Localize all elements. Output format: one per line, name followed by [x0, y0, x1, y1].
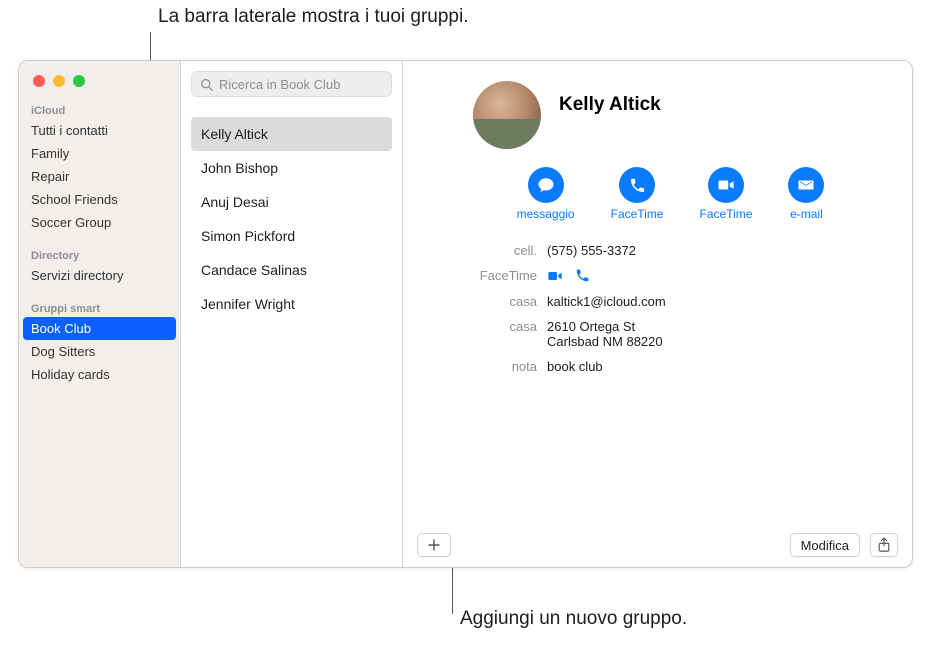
- message-icon: [537, 176, 555, 194]
- field-value-home-address: 2610 Ortega St Carlsbad NM 88220: [547, 319, 894, 349]
- action-message[interactable]: messaggio: [517, 167, 575, 221]
- field-value-home-email: kaltick1@icloud.com: [547, 294, 894, 309]
- sidebar-item-book-club[interactable]: Book Club: [23, 317, 176, 340]
- list-item[interactable]: Simon Pickford: [191, 219, 392, 253]
- callout-sidebar: La barra laterale mostra i tuoi gruppi.: [158, 6, 469, 28]
- video-icon: [717, 176, 735, 194]
- share-icon: [877, 537, 891, 553]
- window-controls: [33, 75, 85, 87]
- action-label: FaceTime: [611, 207, 664, 221]
- search-icon: [200, 78, 213, 91]
- action-label: messaggio: [517, 207, 575, 221]
- add-button[interactable]: [417, 533, 451, 557]
- contact-list: Kelly Altick John Bishop Anuj Desai Simo…: [191, 117, 392, 321]
- sidebar-item-dog-sitters[interactable]: Dog Sitters: [19, 340, 180, 363]
- field-value-note: book club: [547, 359, 894, 374]
- sidebar-item-directory-services[interactable]: Servizi directory: [19, 264, 180, 287]
- close-window[interactable]: [33, 75, 45, 87]
- list-item[interactable]: John Bishop: [191, 151, 392, 185]
- sidebar-item-repair[interactable]: Repair: [19, 165, 180, 188]
- sidebar: iCloud Tutti i contatti Family Repair Sc…: [19, 61, 181, 567]
- address-line2: Carlsbad NM 88220: [547, 334, 894, 349]
- field-label-note: nota: [417, 359, 537, 374]
- contact-name: Kelly Altick: [559, 94, 661, 116]
- zoom-window[interactable]: [73, 75, 85, 87]
- list-item[interactable]: Kelly Altick: [191, 117, 392, 151]
- list-item[interactable]: Jennifer Wright: [191, 287, 392, 321]
- sidebar-item-school-friends[interactable]: School Friends: [19, 188, 180, 211]
- list-item[interactable]: Anuj Desai: [191, 185, 392, 219]
- sidebar-section-smart-groups: Gruppi smart: [19, 297, 180, 317]
- action-label: e-mail: [790, 207, 823, 221]
- callout-add-group: Aggiungi un nuovo gruppo.: [460, 608, 687, 630]
- minimize-window[interactable]: [53, 75, 65, 87]
- action-facetime-video[interactable]: FaceTime: [700, 167, 753, 221]
- field-label-cell: cell.: [417, 243, 537, 258]
- contacts-window: iCloud Tutti i contatti Family Repair Sc…: [18, 60, 913, 568]
- field-label-home-email: casa: [417, 294, 537, 309]
- phone-icon[interactable]: [575, 268, 590, 284]
- search-box[interactable]: [191, 71, 392, 97]
- address-line1: 2610 Ortega St: [547, 319, 894, 334]
- email-icon: [797, 176, 815, 194]
- avatar: [473, 81, 541, 149]
- sidebar-section-directory: Directory: [19, 244, 180, 264]
- action-row: messaggio FaceTime FaceTime: [447, 167, 894, 221]
- sidebar-item-holiday-cards[interactable]: Holiday cards: [19, 363, 180, 386]
- share-button[interactable]: [870, 533, 898, 557]
- search-input[interactable]: [219, 77, 395, 92]
- video-icon[interactable]: [547, 268, 563, 284]
- plus-icon: [428, 539, 440, 551]
- field-value-cell: (575) 555-3372: [547, 243, 894, 258]
- contact-list-pane: Kelly Altick John Bishop Anuj Desai Simo…: [181, 61, 403, 567]
- sidebar-item-all-contacts[interactable]: Tutti i contatti: [19, 119, 180, 142]
- sidebar-section-icloud: iCloud: [19, 99, 180, 119]
- edit-button[interactable]: Modifica: [790, 533, 860, 557]
- field-label-facetime: FaceTime: [417, 268, 537, 284]
- field-value-facetime: [547, 268, 894, 284]
- field-label-home-address: casa: [417, 319, 537, 349]
- action-facetime-audio[interactable]: FaceTime: [611, 167, 664, 221]
- sidebar-item-soccer-group[interactable]: Soccer Group: [19, 211, 180, 234]
- contact-fields: cell. (575) 555-3372 FaceTime casa kalti…: [417, 243, 894, 374]
- sidebar-item-family[interactable]: Family: [19, 142, 180, 165]
- action-label: FaceTime: [700, 207, 753, 221]
- footer-bar: Modifica: [403, 523, 912, 567]
- action-email[interactable]: e-mail: [788, 167, 824, 221]
- list-item[interactable]: Candace Salinas: [191, 253, 392, 287]
- phone-icon: [629, 177, 646, 194]
- contact-detail-pane: Kelly Altick messaggio FaceTime: [403, 61, 912, 567]
